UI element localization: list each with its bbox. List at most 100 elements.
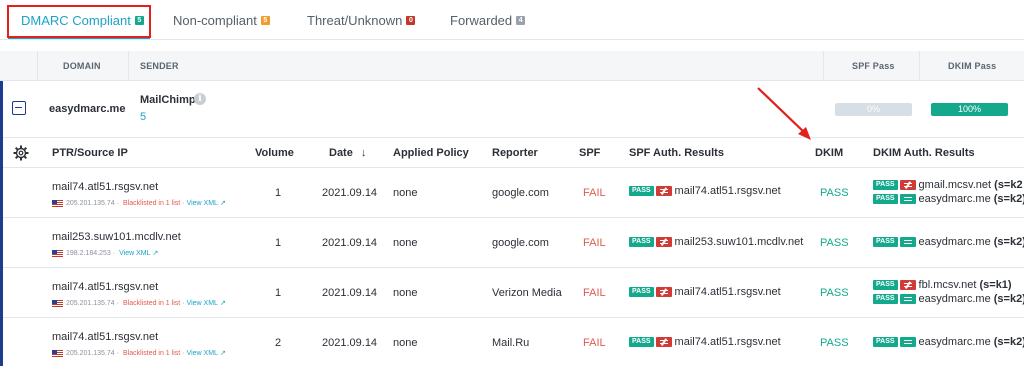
dkim-selector: (s=k2) — [993, 193, 1024, 205]
tab-non-compliant[interactable]: Non-compliant 5 — [173, 0, 270, 40]
table-row: mail74.atl51.rsgsv.net 205.201.135.74 · B… — [3, 268, 1024, 318]
date-value: 2021.09.14 — [322, 337, 378, 349]
dkim-domain: easydmarc.me — [918, 293, 991, 306]
aligned-icon — [899, 294, 916, 305]
dkim-domain: easydmarc.me — [918, 236, 991, 249]
gear-icon[interactable] — [13, 145, 29, 161]
source-ip: 198.2.184.253 — [66, 249, 111, 257]
blacklist-link[interactable]: Blacklisted in 1 list — [123, 300, 180, 307]
dkim-selector: (s=k2 — [994, 179, 1023, 191]
ptr-hostname: mail74.atl51.rsgsv.net — [52, 281, 159, 293]
view-xml-link[interactable]: View XML — [119, 250, 150, 257]
source-ip: 205.201.135.74 — [66, 299, 115, 307]
dkim-result: PASS — [820, 337, 849, 349]
column-header-spf-pass[interactable]: SPF Pass — [852, 51, 895, 81]
column-header-dkim[interactable]: DKIM — [815, 138, 843, 168]
view-xml-link[interactable]: View XML — [187, 350, 218, 357]
dkim-auth-line: PASS easydmarc.me (s=k2) — [873, 336, 1024, 348]
us-flag-icon — [52, 199, 63, 207]
column-header-applied-policy[interactable]: Applied Policy — [393, 138, 469, 168]
dkim-auth-line: PASS easydmarc.me (s=k2) — [873, 193, 1024, 205]
column-header-volume[interactable]: Volume — [255, 138, 294, 168]
blacklist-link[interactable]: Blacklisted in 1 list — [123, 200, 180, 207]
pass-chip: PASS — [873, 294, 898, 305]
column-header-domain[interactable]: DOMAIN — [63, 51, 101, 81]
tab-threat-unknown[interactable]: Threat/Unknown 0 — [307, 0, 416, 40]
column-header-date[interactable]: Date ↓ — [329, 138, 366, 168]
info-icon[interactable]: i — [194, 93, 206, 105]
blacklist-link[interactable]: Blacklisted in 1 list — [123, 350, 180, 357]
ptr-hostname: mail74.atl51.rsgsv.net — [52, 181, 159, 193]
annotation-highlight-box — [7, 5, 151, 38]
pass-chip: PASS — [873, 337, 898, 348]
ptr-hostname: mail74.atl51.rsgsv.net — [52, 331, 159, 343]
column-header-ptr[interactable]: PTR/Source IP — [52, 138, 128, 168]
spf-auth-domain: mail74.atl51.rsgsv.net — [674, 336, 781, 349]
count-badge: 5 — [260, 15, 270, 25]
dkim-auth-line: PASS fbl.mcsv.net (s=k1) — [873, 279, 1012, 291]
tab-label: Non-compliant — [173, 12, 257, 28]
not-aligned-icon — [655, 186, 672, 197]
sender-count-link[interactable]: 5 — [140, 111, 146, 123]
not-aligned-icon — [899, 180, 916, 191]
group-sender: MailChimp — [140, 94, 196, 106]
external-link-icon[interactable]: ↗ — [220, 349, 226, 357]
volume-value: 1 — [275, 187, 282, 199]
column-header-dkim-auth[interactable]: DKIM Auth. Results — [873, 138, 975, 168]
source-ip: 205.201.135.74 — [66, 199, 115, 207]
column-header-dkim-pass[interactable]: DKIM Pass — [948, 51, 996, 81]
collapse-icon[interactable] — [12, 101, 26, 115]
divider — [823, 51, 824, 81]
view-xml-link[interactable]: View XML — [187, 300, 218, 307]
report-tabs: DMARC Compliant 5 Non-compliant 5 Threat… — [0, 0, 1024, 40]
table-row: mail253.suw101.mcdlv.net 198.2.184.253 ·… — [3, 218, 1024, 268]
policy-value: none — [393, 287, 418, 299]
divider — [37, 51, 38, 81]
column-header-spf[interactable]: SPF — [579, 138, 600, 168]
sort-down-icon[interactable]: ↓ — [361, 147, 367, 159]
count-badge: 0 — [406, 15, 416, 25]
column-header-reporter[interactable]: Reporter — [492, 138, 538, 168]
policy-value: none — [393, 187, 418, 199]
dkim-domain: easydmarc.me — [918, 193, 991, 206]
column-header-spf-auth[interactable]: SPF Auth. Results — [629, 138, 724, 168]
source-ip-meta: 205.201.135.74 · Blacklisted in 1 list · V… — [52, 199, 226, 207]
records-table-header: PTR/Source IP Volume Date ↓ Applied Polic… — [3, 138, 1024, 168]
tab-label: Forwarded — [450, 12, 513, 28]
tab-label: Threat/Unknown — [307, 12, 403, 28]
dkim-result: PASS — [820, 187, 849, 199]
spf-auth-domain: mail74.atl51.rsgsv.net — [674, 185, 781, 198]
spf-result: FAIL — [583, 237, 606, 249]
pass-chip: PASS — [873, 180, 898, 191]
annotation-arrow-icon — [757, 87, 811, 140]
not-aligned-icon — [655, 287, 672, 298]
view-xml-link[interactable]: View XML — [187, 200, 218, 207]
dkim-pass-bar: 100% — [931, 103, 1008, 116]
spf-auth-domain: mail74.atl51.rsgsv.net — [674, 286, 781, 299]
reporter-value: google.com — [492, 237, 549, 249]
spf-auth-result: PASS mail74.atl51.rsgsv.net — [629, 185, 781, 197]
external-link-icon[interactable]: ↗ — [153, 249, 159, 257]
source-ip-meta: 198.2.184.253 · View XML ↗ — [52, 249, 158, 257]
column-header-sender[interactable]: SENDER — [140, 51, 179, 81]
not-aligned-icon — [899, 280, 916, 291]
dkim-result: PASS — [820, 287, 849, 299]
external-link-icon[interactable]: ↗ — [220, 199, 226, 207]
reporter-value: Verizon Media — [492, 287, 562, 299]
spf-result: FAIL — [583, 337, 606, 349]
pass-chip: PASS — [629, 337, 654, 348]
spf-result: FAIL — [583, 187, 606, 199]
policy-value: none — [393, 237, 418, 249]
reporter-value: Mail.Ru — [492, 337, 530, 349]
source-ip: 205.201.135.74 — [66, 349, 115, 357]
spf-pass-bar: 0% — [835, 103, 912, 116]
external-link-icon[interactable]: ↗ — [220, 299, 226, 307]
count-badge: 4 — [516, 15, 526, 25]
us-flag-icon — [52, 349, 63, 357]
dkim-selector: (s=k2) — [993, 236, 1024, 248]
source-ip-meta: 205.201.135.74 · Blacklisted in 1 list · V… — [52, 299, 226, 307]
spf-auth-result: PASS mail253.suw101.mcdlv.net — [629, 236, 803, 248]
pass-chip: PASS — [873, 237, 898, 248]
tab-forwarded[interactable]: Forwarded 4 — [450, 0, 526, 40]
table-row: mail74.atl51.rsgsv.net 205.201.135.74 · B… — [3, 168, 1024, 218]
